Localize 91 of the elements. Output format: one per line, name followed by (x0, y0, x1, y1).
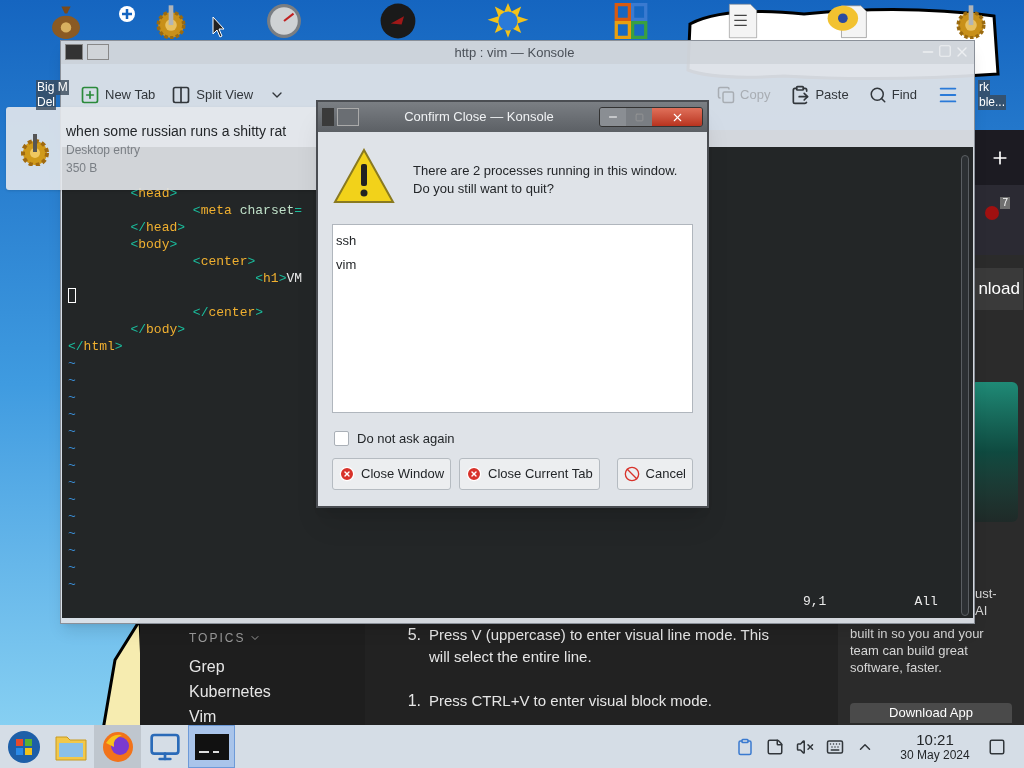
cursor-icon (212, 16, 226, 38)
dialog-button[interactable]: Cancel (616, 457, 693, 490)
icon-label: ble... (978, 95, 1006, 110)
code-line: </body> (129, 322, 186, 337)
code-line: </head> (129, 220, 186, 235)
download-app-button[interactable]: Download App (850, 703, 1012, 723)
tilde-marker: ~ (68, 373, 76, 388)
tilde-marker: ~ (68, 424, 76, 439)
gear-icon (18, 131, 52, 166)
search-icon (868, 86, 887, 104)
step-number: 1. (406, 691, 421, 711)
dialog-title: Confirm Close — Konsole (403, 108, 555, 127)
toolbar-button[interactable]: Paste (785, 80, 854, 110)
tilde-marker: ~ (68, 577, 76, 592)
topic-link[interactable]: Vim (189, 708, 217, 726)
code-line: </center> (191, 305, 264, 320)
notification-size: 350 B (66, 159, 99, 177)
tilde-marker: ~ (68, 509, 76, 524)
start-orb-icon (6, 729, 41, 764)
clipboard-icon[interactable] (736, 737, 754, 756)
process-item[interactable]: vim (336, 253, 692, 277)
copy-icon (717, 86, 736, 104)
code-line: <h1>VM (254, 271, 303, 286)
icon-label: Big M (36, 80, 69, 95)
taskbar-item[interactable] (188, 725, 235, 768)
tilde-marker: ~ (68, 492, 76, 507)
checkbox-label: Do not ask again (357, 430, 455, 448)
code-line: <center> (191, 254, 256, 269)
tilde-marker: ~ (68, 390, 76, 405)
firefox-icon (101, 730, 134, 763)
code-line: <meta charset= (191, 203, 303, 218)
tilde-marker: ~ (68, 526, 76, 541)
tilde-marker: ~ (68, 560, 76, 575)
extension-icon[interactable] (984, 205, 1001, 221)
tilde-marker: ~ (68, 407, 76, 422)
minimize-button[interactable] (600, 108, 626, 126)
window-menu-icon[interactable] (65, 44, 83, 61)
dialog-button[interactable]: Close Current Tab (459, 457, 600, 490)
count-badge: 7 (1000, 197, 1010, 209)
toolbar-button[interactable]: New Tab (75, 80, 161, 110)
toolbar-button[interactable]: Split View (166, 80, 259, 110)
code-line: <body> (129, 237, 178, 252)
promo-text: AI (975, 602, 988, 619)
cancel-icon (623, 465, 640, 482)
text-cursor (68, 288, 76, 303)
promo-text: software, faster. (850, 659, 942, 676)
show-desktop-icon[interactable] (988, 737, 1006, 756)
dialog-message: Do you still want to quit? (413, 180, 555, 198)
promo-text: team can build great (850, 642, 968, 659)
promo-text: built in so you and your (850, 625, 984, 642)
close-icon (339, 465, 355, 482)
close-button[interactable] (652, 108, 702, 126)
keyboard-icon[interactable] (826, 737, 844, 756)
cursor-position: 9,1 (803, 593, 827, 610)
promo-text: ust- (975, 585, 997, 602)
split-view-icon (171, 85, 192, 105)
step-text: Press V (uppercase) to enter visual line mode. This will select the entire line. (429, 625, 770, 667)
scroll-position: All (914, 593, 938, 610)
section-heading: TOPICS (189, 631, 246, 645)
window-title: http : vim — Konsole (453, 43, 576, 62)
plus-badge-icon (119, 6, 135, 22)
step-text: Press CTRL+V to enter visual block mode. (429, 691, 714, 711)
code-line: </html> (68, 339, 123, 354)
clock-time[interactable]: 10:21 (916, 730, 954, 748)
icon-label: rk (978, 80, 990, 95)
dialog-message: There are 2 processes running in this window. (413, 162, 678, 180)
scrollbar[interactable] (960, 155, 969, 616)
icon-label: Del (36, 95, 56, 110)
clock-date[interactable]: 30 May 2024 (900, 747, 970, 763)
checkbox[interactable] (334, 431, 349, 447)
download-button[interactable]: nload (975, 268, 1023, 310)
toolbar-button[interactable]: Find (863, 80, 922, 110)
paste-icon (790, 85, 811, 105)
new-tab-icon (80, 85, 100, 105)
warning-icon (333, 148, 395, 204)
muted-speaker-icon[interactable] (796, 737, 814, 756)
notes-icon[interactable] (766, 737, 784, 756)
tilde-marker: ~ (68, 458, 76, 473)
close-icon (466, 465, 483, 482)
topic-link[interactable]: Kubernetes (189, 683, 271, 701)
notification-title: when some russian runs a shitty rat (66, 121, 287, 141)
tilde-marker: ~ (68, 441, 76, 456)
tilde-marker: ~ (68, 475, 76, 490)
step-number: 5. (406, 625, 421, 645)
dialog-button[interactable]: Close Window (332, 457, 452, 490)
terminal-icon (194, 733, 229, 760)
notification-type: Desktop entry (66, 141, 142, 159)
topic-link[interactable]: Grep (189, 658, 225, 676)
process-item[interactable]: ssh (336, 229, 692, 253)
tilde-marker: ~ (68, 356, 76, 371)
tilde-marker: ~ (68, 543, 76, 558)
